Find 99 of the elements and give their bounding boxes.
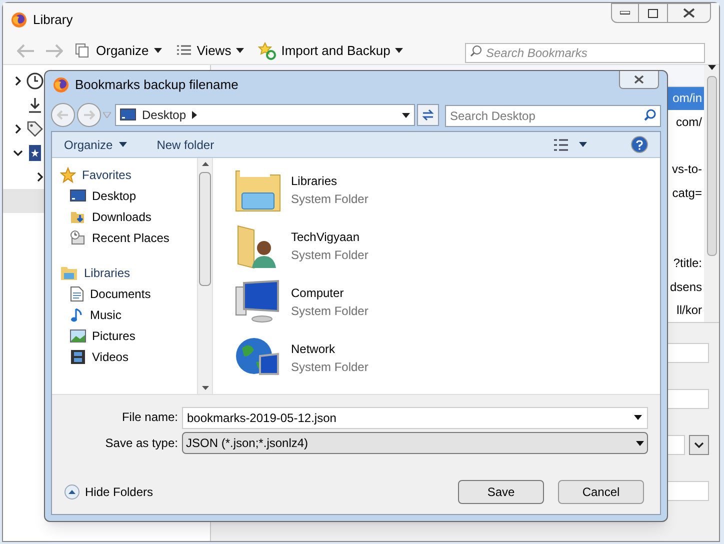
scrollbar[interactable] — [197, 158, 213, 394]
view-list-icon — [553, 138, 569, 152]
browser-logo-icon — [11, 12, 27, 28]
chevron-right-icon[interactable] — [13, 76, 23, 86]
folder-type: System Folder — [291, 359, 368, 376]
folder-item[interactable]: Network System Folder — [233, 334, 660, 382]
star-refresh-icon — [258, 42, 276, 60]
hide-folders-button[interactable]: Hide Folders — [64, 483, 154, 501]
recent-places-icon — [70, 230, 86, 246]
scrollbar[interactable] — [704, 65, 719, 322]
desktop-icon — [70, 188, 86, 202]
breadcrumb-arrow-icon — [192, 111, 198, 119]
field-label: File name: — [120, 409, 178, 426]
nav-item[interactable]: Recent Places — [60, 227, 197, 248]
command-button[interactable]: New folder — [156, 136, 214, 154]
save-button[interactable]: Save — [458, 480, 544, 504]
close-button[interactable] — [619, 71, 659, 89]
folder-item[interactable]: TechVigyaan System Folder — [233, 222, 660, 270]
dropdown-caret-icon — [634, 415, 642, 420]
folder-name: Network — [291, 341, 336, 358]
search-icon — [644, 109, 656, 121]
picture-icon — [70, 328, 86, 342]
scroll-up-icon — [202, 162, 208, 166]
refresh-icon — [422, 109, 434, 121]
minimize-button[interactable] — [611, 3, 639, 23]
view-options-button[interactable] — [553, 138, 587, 152]
field-label: Save as type: — [104, 435, 178, 452]
chevron-down-icon[interactable] — [13, 148, 23, 158]
star-icon — [60, 166, 76, 182]
caret-icon — [154, 48, 162, 53]
location-cell-text: com/ — [676, 114, 702, 131]
computer-monitor-icon — [234, 279, 282, 325]
dropdown-button[interactable] — [689, 435, 709, 455]
caret-icon — [395, 48, 404, 53]
help-button[interactable] — [631, 136, 648, 153]
search-field[interactable]: Search Desktop — [445, 105, 661, 127]
film-strip-icon — [70, 348, 86, 364]
nav-item[interactable]: Desktop — [60, 185, 197, 206]
desktop-icon — [120, 108, 136, 122]
toolbar-menu-button[interactable]: Organize — [73, 40, 164, 60]
question-mark-icon — [636, 140, 643, 150]
location-cell-text: dsens — [670, 278, 702, 296]
caret-icon — [579, 142, 587, 147]
nav-item[interactable]: Documents — [60, 283, 197, 304]
maximize-icon — [648, 8, 658, 18]
forward-arrow-icon — [83, 110, 95, 120]
folder-item[interactable]: Libraries System Folder — [233, 166, 660, 214]
cancel-button[interactable]: Cancel — [558, 480, 644, 504]
search-field[interactable]: Search Bookmarks — [465, 42, 705, 62]
caret-icon — [236, 48, 244, 53]
caret-icon — [402, 112, 410, 118]
window-title: Library — [33, 11, 73, 30]
folder-item[interactable]: Computer System Folder — [233, 278, 660, 326]
folder-type: System Folder — [291, 303, 368, 320]
toolbar-menu-button[interactable]: Views — [174, 40, 246, 60]
dropdown-caret-icon — [636, 440, 644, 446]
folder-type: System Folder — [291, 247, 368, 264]
folder-name: Libraries — [291, 173, 338, 190]
search-icon — [470, 44, 482, 56]
nav-group-item[interactable]: Favorites — [60, 164, 197, 185]
close-button[interactable] — [667, 3, 711, 23]
minimize-icon — [620, 11, 630, 15]
dialog-title: Bookmarks backup filename — [75, 76, 238, 94]
nav-item[interactable]: Music — [60, 304, 197, 325]
folder-name: Computer — [291, 285, 345, 302]
command-button[interactable]: Organize — [64, 136, 127, 154]
toolbar-menu-button[interactable]: Import and Backup — [256, 40, 406, 60]
nav-item[interactable]: Downloads — [60, 206, 197, 227]
list-icon — [176, 44, 192, 58]
address-bar[interactable]: Desktop — [115, 104, 415, 126]
scroll-down-icon — [202, 386, 208, 390]
location-cell-text: om/in — [672, 90, 702, 108]
save-type-dropdown[interactable]: JSON (*.json;*.jsonlz4) — [182, 432, 648, 454]
music-note-icon — [70, 306, 84, 322]
close-icon — [634, 75, 644, 84]
location-cell-text: vs-to- — [672, 161, 702, 178]
chevron-right-icon[interactable] — [13, 124, 23, 134]
bookmarks-book-icon — [26, 144, 44, 162]
download-icon — [26, 96, 44, 114]
caret-icon — [118, 142, 127, 147]
folder-type: System Folder — [291, 191, 368, 208]
libraries-folder-icon — [60, 264, 78, 280]
pages-icon — [75, 42, 91, 58]
refresh-button[interactable] — [417, 104, 439, 126]
chevron-down-icon[interactable] — [694, 440, 704, 450]
document-icon — [70, 286, 84, 302]
maximize-button[interactable] — [639, 3, 667, 23]
back-arrow-icon — [57, 110, 69, 120]
file-name-field[interactable]: bookmarks-2019-05-12.json — [182, 407, 648, 429]
clock-icon — [26, 72, 44, 90]
nav-group-item[interactable]: Libraries — [60, 262, 197, 283]
chevron-right-icon[interactable] — [35, 172, 45, 182]
folder-name: TechVigyaan — [291, 229, 360, 246]
tag-icon — [26, 120, 44, 138]
browser-logo-icon — [53, 77, 69, 93]
close-icon — [683, 8, 695, 18]
collapse-up-icon — [64, 484, 80, 500]
nav-item[interactable]: Pictures — [60, 325, 197, 346]
nav-item[interactable]: Videos — [60, 346, 197, 367]
